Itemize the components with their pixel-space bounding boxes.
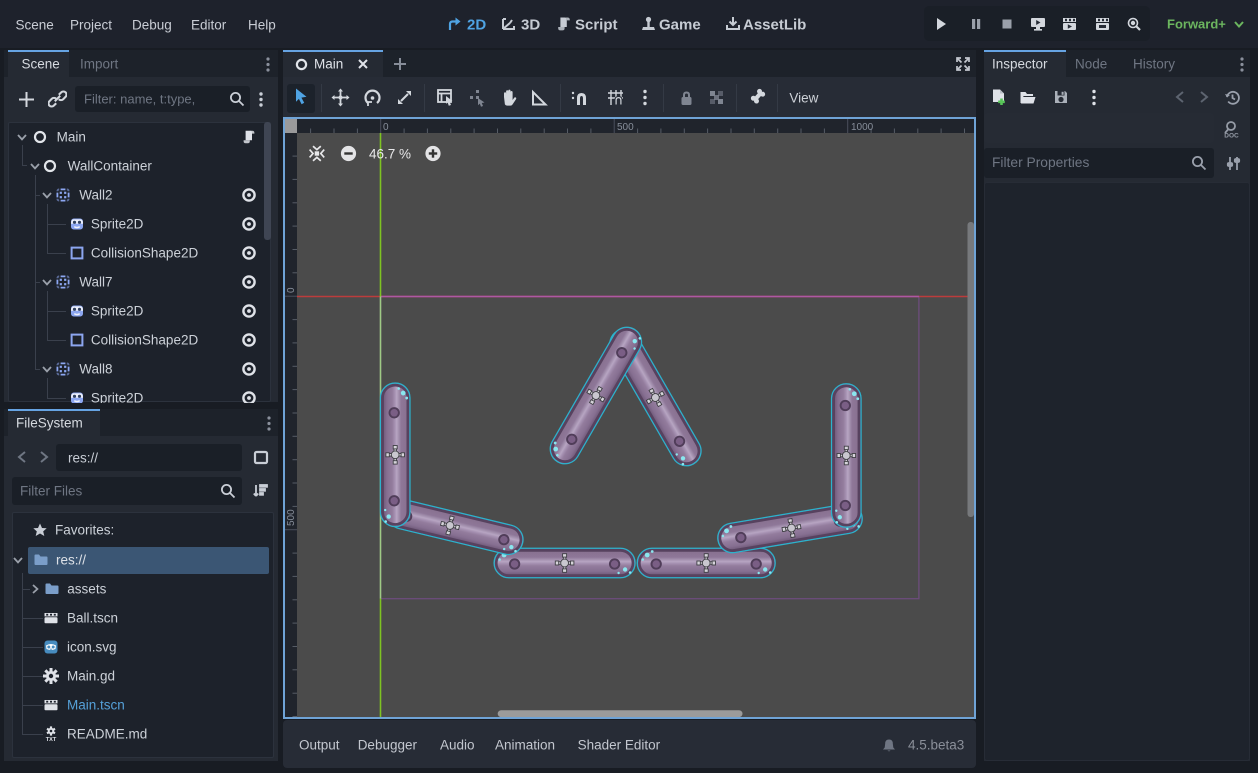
svg-text:0: 0 bbox=[383, 122, 389, 133]
svg-text:1000: 1000 bbox=[851, 122, 874, 133]
svg-text:500: 500 bbox=[286, 509, 297, 526]
svg-text:500: 500 bbox=[617, 122, 634, 133]
svg-text:DOC: DOC bbox=[1224, 133, 1239, 140]
svg-text:0: 0 bbox=[286, 287, 297, 293]
svg-text:TXT: TXT bbox=[45, 737, 56, 742]
svg-text:46.7 %: 46.7 % bbox=[369, 147, 411, 162]
